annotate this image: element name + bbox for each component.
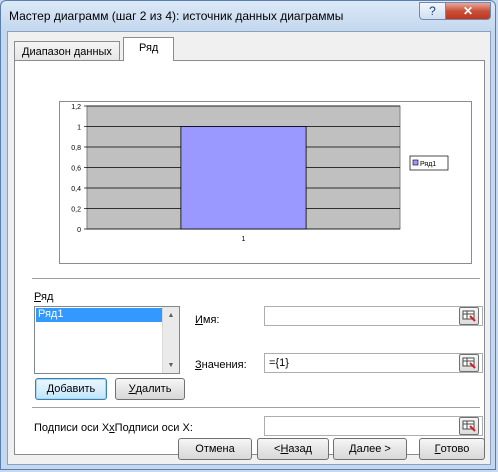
y-tick-label: 1 [77, 125, 81, 132]
next-button[interactable]: Далее > [333, 438, 407, 460]
series-list-item[interactable]: Ряд1 [36, 308, 162, 322]
close-button[interactable]: ✕ [445, 2, 491, 20]
help-icon: ? [429, 4, 436, 18]
range-select-icon [462, 420, 476, 432]
values-field[interactable]: ={1} [264, 353, 483, 373]
y-tick-label: 0,4 [71, 186, 81, 193]
x-labels-field-label: Подписи оси XхПодписи оси X: [34, 422, 193, 434]
values-ref-button[interactable] [459, 354, 479, 372]
legend-label: Ряд1 [420, 161, 436, 168]
scroll-down-icon[interactable]: ▼ [163, 357, 179, 373]
y-tick-label: 0,8 [71, 145, 81, 152]
series-list-scrollbar[interactable]: ▲ ▼ [162, 307, 179, 373]
name-field-label: Имя: [195, 314, 220, 326]
chart-preview: 0 0,2 0,4 0,6 0,8 1 1,2 1 Ряд1 [59, 101, 472, 264]
title-bar: Мастер диаграмм (шаг 2 из 4): источник д… [1, 1, 497, 31]
x-labels-field[interactable] [264, 416, 483, 436]
series-list-label: Ряд [34, 291, 54, 303]
add-series-button[interactable]: Добавить [35, 378, 107, 400]
legend-swatch [412, 159, 419, 166]
range-select-icon [462, 357, 476, 369]
name-ref-button[interactable] [459, 307, 479, 325]
tab-series-label: Ряд [139, 42, 159, 54]
separator-bottom [32, 407, 480, 409]
x-tick-label: 1 [242, 236, 246, 243]
y-tick-label: 0 [77, 227, 81, 234]
tab-data-range-label: Диапазон данных [22, 46, 112, 58]
name-field[interactable] [264, 306, 483, 326]
chart-wizard-window: Мастер диаграмм (шаг 2 из 4): источник д… [0, 0, 496, 470]
back-button[interactable]: < Назад [257, 438, 329, 460]
dialog-body: Диапазон данных Ряд 0 0,2 0,4 0,6 0,8 1 1,2 1 Ря… [7, 31, 491, 465]
y-tick-label: 0,2 [71, 207, 81, 214]
cancel-button[interactable]: Отмена [178, 438, 252, 460]
y-tick-label: 1,2 [71, 104, 81, 111]
separator-top [32, 278, 480, 280]
finish-button[interactable]: Готово [419, 438, 485, 460]
y-tick-label: 0,6 [71, 166, 81, 173]
range-select-icon [462, 310, 476, 322]
values-field-label: Значения: [195, 359, 247, 371]
series-tab-panel: 0 0,2 0,4 0,6 0,8 1 1,2 1 Ряд1 Ряд Ряд1 ▲ ▼ Доба… [14, 60, 485, 455]
chart-preview-svg: 0 0,2 0,4 0,6 0,8 1 1,2 1 Ряд1 [71, 104, 449, 243]
help-button[interactable]: ? [419, 2, 446, 20]
window-title: Мастер диаграмм (шаг 2 из 4): источник д… [9, 9, 344, 23]
tab-series[interactable]: Ряд [123, 37, 175, 61]
bar [180, 126, 307, 230]
series-listbox[interactable]: Ряд1 ▲ ▼ [34, 306, 180, 374]
scroll-up-icon[interactable]: ▲ [163, 307, 179, 323]
x-labels-ref-button[interactable] [459, 417, 479, 435]
close-icon: ✕ [462, 4, 474, 18]
tab-data-range[interactable]: Диапазон данных [14, 41, 120, 62]
remove-series-button[interactable]: Удалить [115, 378, 185, 400]
